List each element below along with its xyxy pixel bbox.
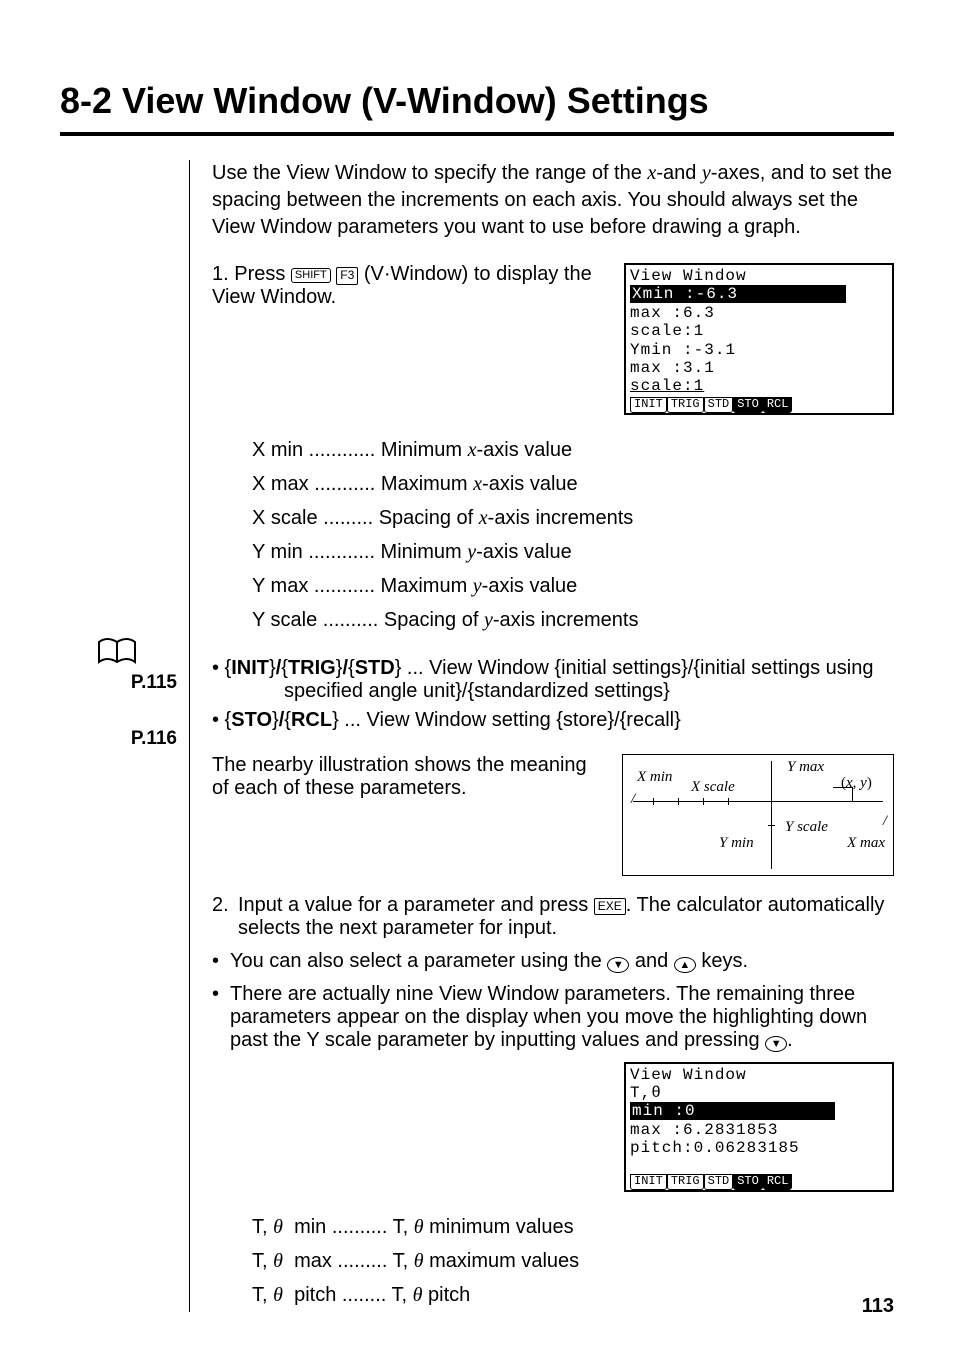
def-tpitch: T, θ pitch ........ T, θ pitch — [252, 1278, 894, 1312]
calc2-max: max :6.2831853 — [630, 1121, 888, 1139]
def-tmax: T, θ max ......... T, θ maximum values — [252, 1244, 894, 1278]
illustration-text: The nearby illustration shows the meanin… — [212, 754, 622, 800]
calc2-pitch: pitch:0.06283185 — [630, 1139, 888, 1157]
diag-yscale: Y scale — [785, 819, 828, 836]
exe-key-icon: EXE — [594, 898, 626, 916]
sk-trig: TRIG — [667, 397, 704, 413]
calc2-softkeys: INIT TRIG STD STO RCL — [630, 1174, 888, 1190]
up-key-icon: ▲ — [674, 957, 696, 973]
calc1-scale2: scale:1 — [630, 377, 888, 395]
sk2-init: INIT — [630, 1174, 667, 1190]
diag-ymax: Y max — [787, 759, 824, 776]
down-key-icon: ▼ — [607, 957, 629, 973]
calc2-ttheta: T,θ — [630, 1084, 888, 1102]
calc1-scale1: scale:1 — [630, 322, 888, 340]
diag-ymin: Y min — [719, 835, 754, 852]
bullet-init-trig-std: • {INIT}/{TRIG}/{STD} ... View Window {i… — [212, 657, 894, 703]
sk2-rcl: RCL — [763, 1174, 793, 1190]
body-column: Use the View Window to specify the range… — [190, 160, 894, 1312]
page-ref-115: P.115 — [131, 672, 177, 694]
calc1-title: View Window — [630, 267, 888, 285]
calculator-screen-2: View Window T,θ min :0 max :6.2831853 pi… — [624, 1062, 894, 1193]
sub-bullet-nine-params: • There are actually nine View Window pa… — [212, 983, 894, 1052]
bullet1-cont: specified angle unit}/{standardized sett… — [212, 680, 894, 703]
axis-diagram: X min X scale Y max (x, y) Y min Y scale… — [622, 754, 894, 876]
intro-paragraph: Use the View Window to specify the range… — [212, 160, 894, 241]
calculator-screen-1: View Window Xmin :-6.3 max :6.3 scale:1 … — [624, 263, 894, 415]
def-ymin: Y min ............ Minimum y-axis value — [252, 535, 894, 569]
calc2-min: min :0 — [630, 1102, 888, 1120]
step-2: 2. Input a value for a parameter and pre… — [212, 894, 894, 940]
calc2-title: View Window — [630, 1066, 888, 1084]
def-tmin: T, θ min .......... T, θ minimum values — [252, 1210, 894, 1244]
sk2-trig: TRIG — [667, 1174, 704, 1190]
margin-column: P.115 P.116 — [60, 160, 190, 1312]
diag-xmax: X max — [847, 835, 885, 852]
sk2-sto: STO — [733, 1174, 763, 1190]
sk2-std: STD — [704, 1174, 734, 1190]
f3-key-icon: F3 — [336, 267, 358, 285]
parameter-definitions: X min ............ Minimum x-axis value … — [212, 433, 894, 637]
section-title: 8-2 View Window (V-Window) Settings — [60, 80, 894, 122]
shift-key-icon: SHIFT — [291, 268, 331, 283]
bullet-sto-rcl: • {STO}/{RCL} ... View Window setting {s… — [212, 709, 894, 732]
step-2-block: 2. Input a value for a parameter and pre… — [212, 894, 894, 1052]
t-theta-definitions: T, θ min .......... T, θ minimum values … — [212, 1210, 894, 1312]
def-ymax: Y max ........... Maximum y-axis value — [252, 569, 894, 603]
calc1-xmin: Xmin :-6.3 — [630, 285, 888, 303]
step-1: 1. Press SHIFT F3 (V·Window) to display … — [212, 263, 624, 309]
def-xscale: X scale ......... Spacing of x-axis incr… — [252, 501, 894, 535]
step1-prefix: 1. Press — [212, 263, 291, 285]
calc1-ymin: Ymin :-3.1 — [630, 341, 888, 359]
diag-xscale: X scale — [691, 779, 735, 796]
book-icon — [97, 636, 137, 675]
calc1-max2: max :3.1 — [630, 359, 888, 377]
def-xmax: X max ........... Maximum x-axis value — [252, 467, 894, 501]
down-key-icon-2: ▼ — [765, 1036, 787, 1052]
page-ref-116: P.116 — [131, 728, 177, 750]
def-yscale: Y scale .......... Spacing of y-axis inc… — [252, 603, 894, 637]
diag-xmin: X min — [637, 769, 672, 786]
calc1-max1: max :6.3 — [630, 304, 888, 322]
title-rule — [60, 132, 894, 136]
def-xmin: X min ............ Minimum x-axis value — [252, 433, 894, 467]
calc1-softkeys: INIT TRIG STD STO RCL — [630, 397, 888, 413]
sk-rcl: RCL — [763, 397, 793, 413]
sub-bullet-arrows: • You can also select a parameter using … — [212, 950, 894, 973]
sk-init: INIT — [630, 397, 667, 413]
sk-sto: STO — [733, 397, 763, 413]
diag-xy: (x, y) — [841, 775, 872, 792]
sk-std: STD — [704, 397, 734, 413]
intro-text: Use the View Window to specify the range… — [212, 162, 892, 238]
page-number: 113 — [862, 1295, 894, 1318]
